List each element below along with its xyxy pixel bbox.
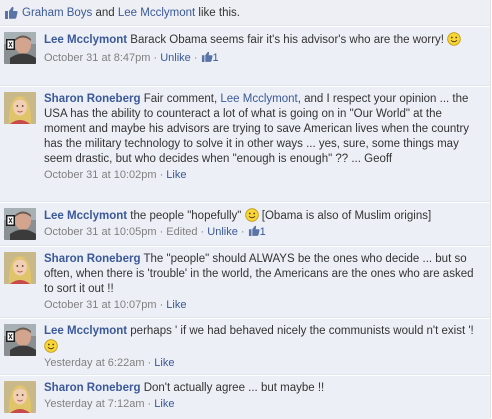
comment-body: Sharon Roneberg Fair comment, Lee Mcclym… xyxy=(44,92,486,197)
comment-timestamp[interactable]: October 31 at 10:05pm xyxy=(44,226,157,238)
edited-label[interactable]: Edited xyxy=(166,226,197,238)
comment-timestamp[interactable]: Yesterday at 7:12am xyxy=(44,398,145,410)
like-link[interactable]: Like xyxy=(154,357,174,369)
comment-item: Sharon Roneberg Fair comment, Lee Mcclym… xyxy=(0,86,490,202)
comment-text: the people "hopefully" xyxy=(130,210,242,222)
meta-separator: · xyxy=(156,169,167,181)
comment-meta: October 31 at 10:07pm · Like xyxy=(44,298,486,313)
comment-body: Sharon Roneberg The "people" should ALWA… xyxy=(44,252,486,313)
comment-timestamp[interactable]: October 31 at 8:47pm xyxy=(44,52,150,64)
comment-text: perhaps ' if we had behaved nicely the c… xyxy=(130,325,474,337)
comment-author-link[interactable]: Lee Mcclymont xyxy=(44,325,127,337)
comments-panel: Graham Boys and Lee Mcclymont like this.… xyxy=(0,0,491,419)
meta-separator: · xyxy=(156,226,167,238)
avatar-sharon-icon[interactable] xyxy=(4,92,36,124)
comment-timestamp[interactable]: October 31 at 10:02pm xyxy=(44,169,157,181)
thumb-up-icon xyxy=(248,225,260,236)
like-count[interactable]: 1 xyxy=(213,52,219,64)
comment-body: Lee Mcclymont Barack Obama seems fair it… xyxy=(44,32,486,81)
comment-body: Lee Mcclymont perhaps ' if we had behave… xyxy=(44,324,486,370)
comment-author-link[interactable]: Sharon Roneberg xyxy=(44,93,140,105)
comment-meta: Yesterday at 7:12am · Like xyxy=(44,397,486,412)
comment-author-link[interactable]: Sharon Roneberg xyxy=(44,382,140,394)
like-link[interactable]: Like xyxy=(154,398,174,410)
comment-meta: Yesterday at 6:22am · Like xyxy=(44,356,486,371)
unlike-link[interactable]: Unlike xyxy=(207,226,238,238)
comment-timestamp[interactable]: Yesterday at 6:22am xyxy=(44,357,145,369)
avatar-lee-icon[interactable] xyxy=(4,32,36,64)
mention-link[interactable]: Lee Mcclymont xyxy=(220,93,297,105)
meta-separator: · xyxy=(197,226,208,238)
smiley-emoticon-icon xyxy=(245,208,259,222)
meta-separator: · xyxy=(237,226,248,238)
like-count[interactable]: 1 xyxy=(260,226,266,238)
comment-author-link[interactable]: Lee Mcclymont xyxy=(44,34,127,46)
likes-summary: Graham Boys and Lee Mcclymont like this. xyxy=(0,0,490,26)
comment-item: Lee Mcclymont Barack Obama seems fair it… xyxy=(0,26,490,86)
meta-separator: · xyxy=(144,357,155,369)
comment-text: Barack Obama seems fair it's his advisor… xyxy=(130,34,445,46)
comment-item: Sharon Roneberg The "people" should ALWA… xyxy=(0,246,490,318)
liker-link-2[interactable]: Lee Mcclymont xyxy=(118,7,195,19)
comment-text: Fair comment, xyxy=(143,93,221,105)
thumb-up-icon xyxy=(4,6,18,19)
likes-suffix: like this. xyxy=(195,6,240,19)
smiley-emoticon-icon xyxy=(44,339,58,353)
like-link[interactable]: Like xyxy=(166,299,186,311)
avatar-lee-icon[interactable] xyxy=(4,208,36,240)
meta-separator: · xyxy=(156,299,167,311)
comment-author-link[interactable]: Lee Mcclymont xyxy=(44,210,127,222)
meta-separator: · xyxy=(190,52,201,64)
smiley-emoticon-icon xyxy=(447,32,461,46)
meta-separator: · xyxy=(150,52,161,64)
comment-item: Lee Mcclymont perhaps ' if we had behave… xyxy=(0,318,490,375)
comment-item: Sharon Roneberg Don't actually agree ...… xyxy=(0,375,490,419)
comment-text-continued: [Obama is also of Muslim origins] xyxy=(261,210,432,222)
thumb-up-icon xyxy=(201,51,213,62)
liker-link-1[interactable]: Graham Boys xyxy=(22,7,92,19)
comment-text: Don't actually agree ... but maybe !! xyxy=(143,382,325,394)
comment-author-link[interactable]: Sharon Roneberg xyxy=(44,253,140,265)
likes-connector: and xyxy=(92,6,118,19)
avatar-lee-icon[interactable] xyxy=(4,324,36,356)
comment-body: Lee Mcclymont the people "hopefully" [Ob… xyxy=(44,208,486,241)
comment-meta: October 31 at 10:05pm · Edited · Unlike … xyxy=(44,225,486,240)
comment-item: Lee Mcclymont the people "hopefully" [Ob… xyxy=(0,202,490,246)
avatar-sharon-icon[interactable] xyxy=(4,252,36,284)
comment-timestamp[interactable]: October 31 at 10:07pm xyxy=(44,299,157,311)
avatar-sharon-icon[interactable] xyxy=(4,381,36,413)
comment-meta: October 31 at 10:02pm · Like xyxy=(44,168,486,183)
unlike-link[interactable]: Unlike xyxy=(160,52,191,64)
comment-meta: October 31 at 8:47pm · Unlike · 1 xyxy=(44,51,486,66)
meta-separator: · xyxy=(144,398,155,410)
like-link[interactable]: Like xyxy=(166,169,186,181)
comment-body: Sharon Roneberg Don't actually agree ...… xyxy=(44,381,486,415)
